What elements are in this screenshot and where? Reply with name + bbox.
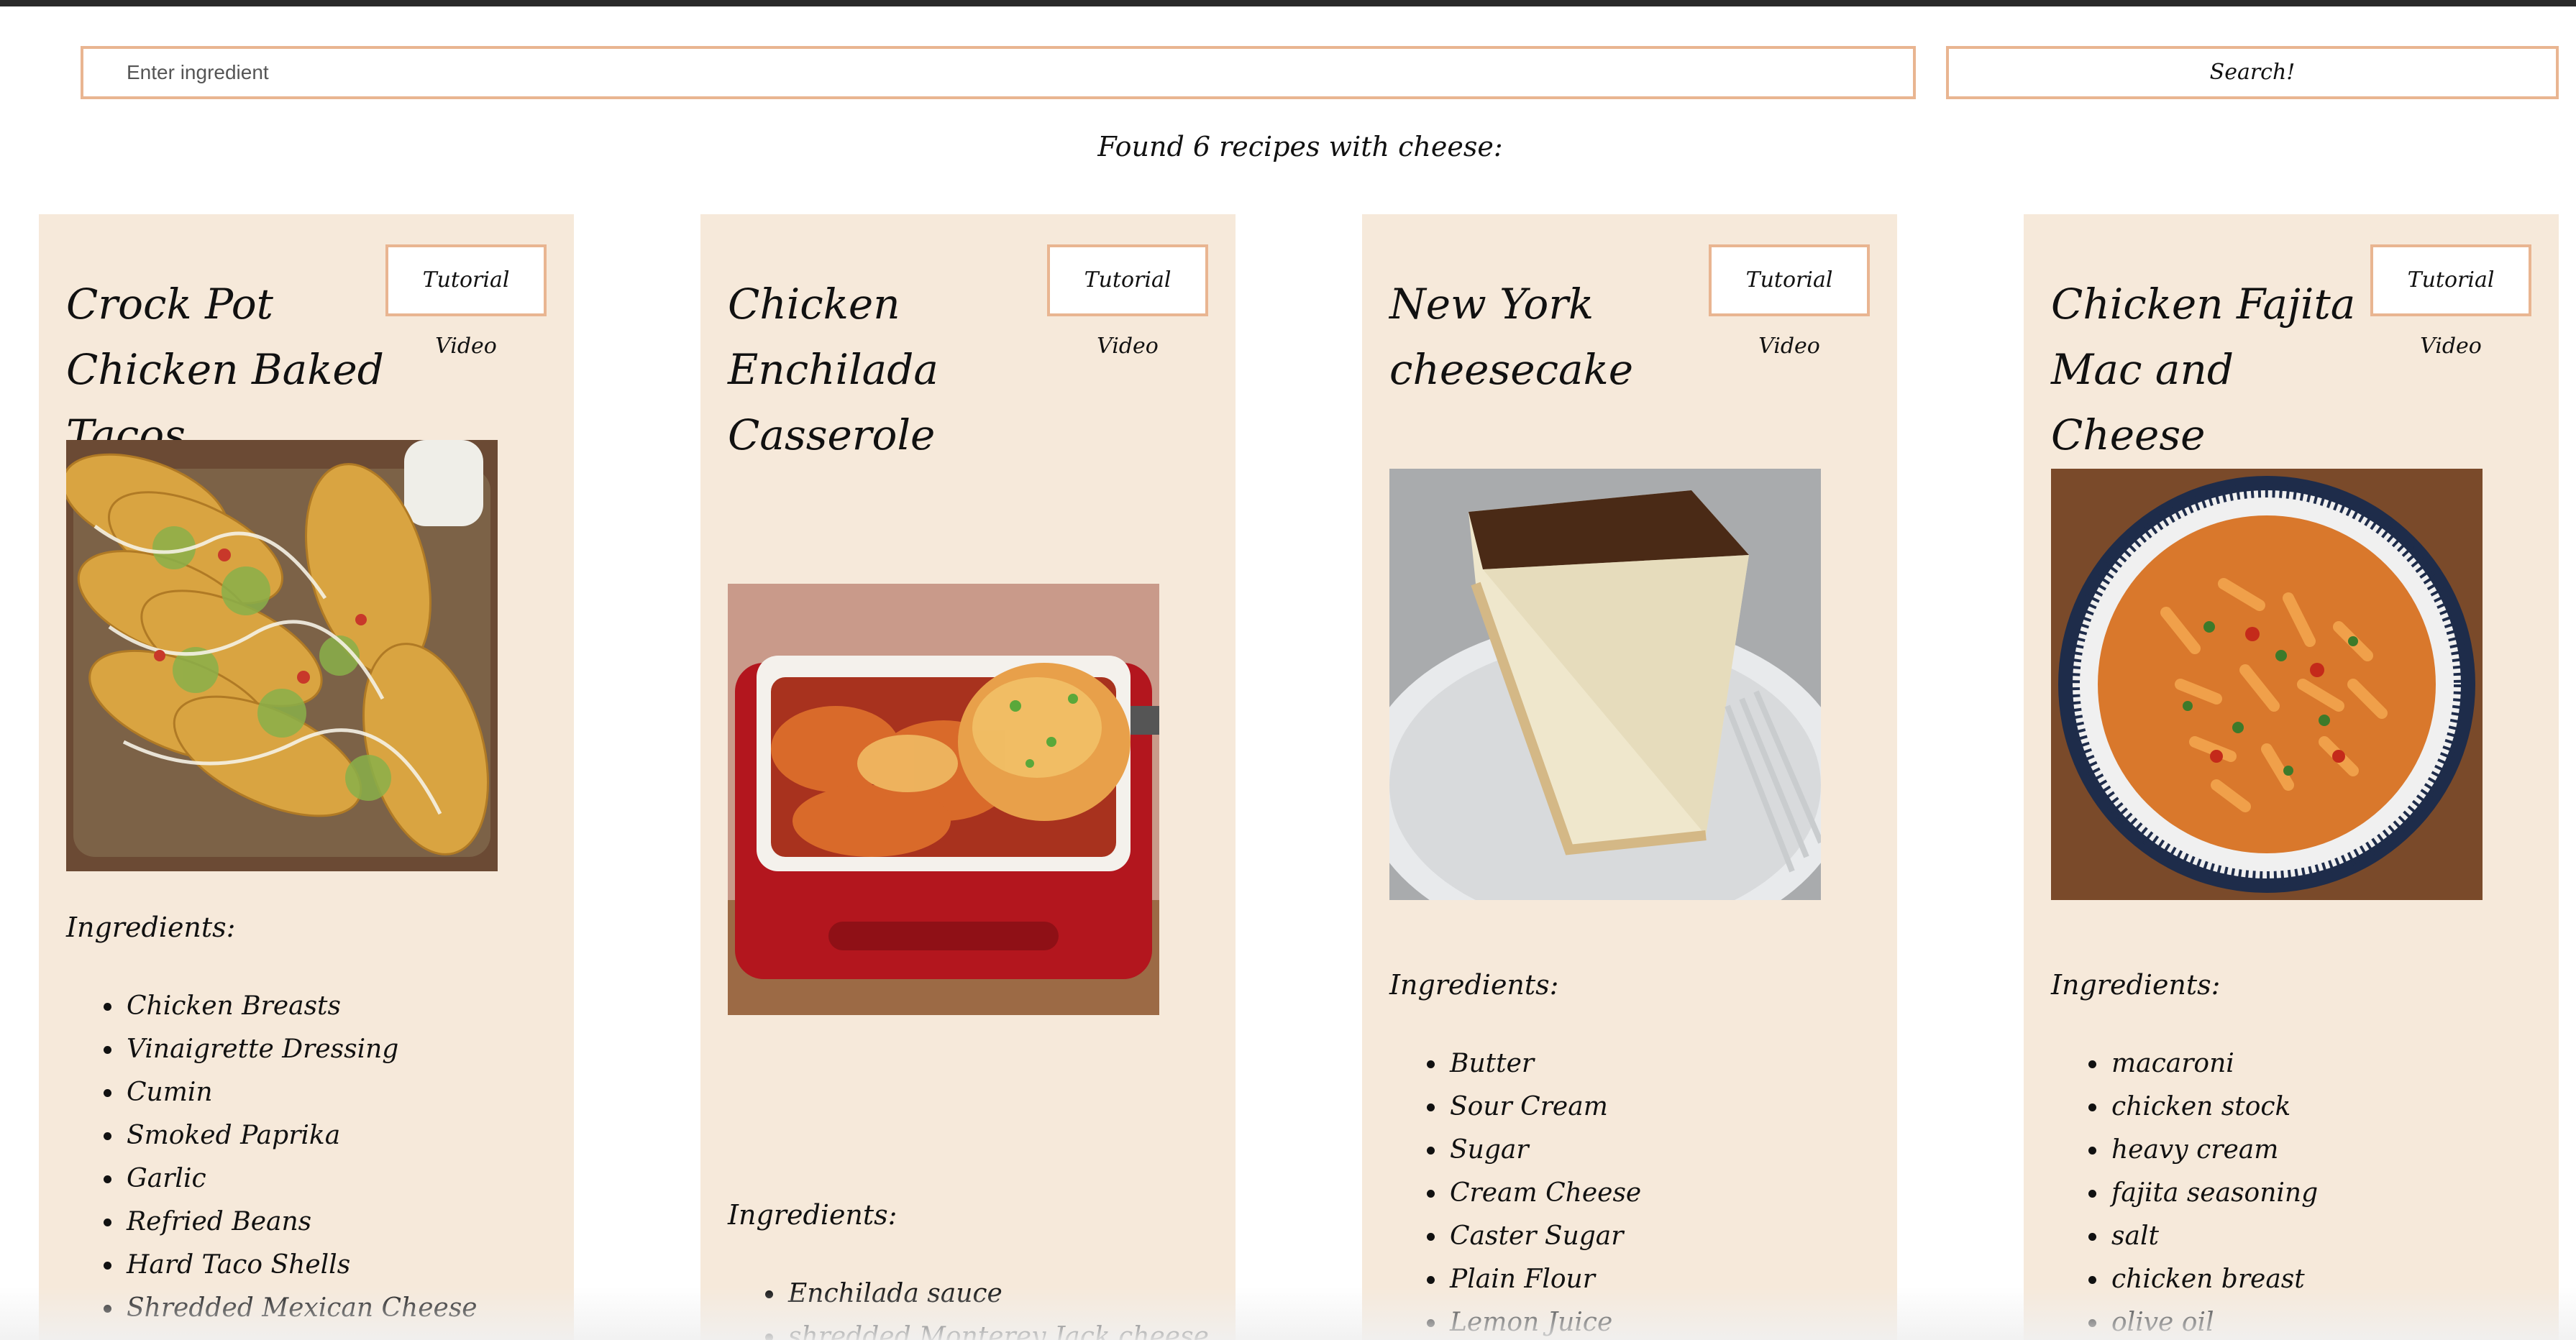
recipe-card: New York cheesecake Tutorial Video Ingre… bbox=[1362, 214, 1897, 1340]
ingredients-label: Ingredients: bbox=[1389, 969, 1559, 1001]
recipe-card: Crock Pot Chicken Baked Tacos Tutorial V… bbox=[39, 214, 574, 1340]
ingredient-item: Refried Beans bbox=[124, 1201, 478, 1244]
ingredient-list: Butter Sour Cream Sugar Cream Cheese Cas… bbox=[1389, 1042, 1641, 1340]
ingredient-item: shredded Monterey Jack cheese bbox=[785, 1316, 1209, 1340]
top-bar bbox=[0, 0, 2576, 6]
ingredient-item: Caster Sugar bbox=[1447, 1215, 1641, 1258]
tutorial-video-button[interactable]: Tutorial Video bbox=[1709, 244, 1870, 359]
ingredient-item: Plain Flour bbox=[1447, 1258, 1641, 1301]
ingredient-item: chicken stock bbox=[2109, 1086, 2318, 1129]
tutorial-video-button[interactable]: Tutorial Video bbox=[2370, 244, 2531, 359]
ingredient-item: Cream Cheese bbox=[1447, 1172, 1641, 1215]
recipe-image-tacos bbox=[66, 440, 498, 871]
recipe-image-enchilada bbox=[728, 584, 1159, 1015]
ingredient-item: salt bbox=[2109, 1215, 2318, 1258]
recipe-card: Chicken Fajita Mac and Cheese Tutorial V… bbox=[2024, 214, 2559, 1340]
ingredient-item: Chicken Breasts bbox=[124, 985, 478, 1028]
ingredient-item: macaroni bbox=[2109, 1042, 2318, 1086]
recipe-title: Chicken Fajita Mac and Cheese bbox=[2051, 280, 2356, 459]
tutorial-video-button[interactable]: Tutorial Video bbox=[385, 244, 547, 359]
recipe-card: Chicken Enchilada Casserole Tutorial Vid… bbox=[700, 214, 1236, 1340]
search-button[interactable]: Search! bbox=[1946, 46, 2559, 99]
recipe-title: Chicken Enchilada Casserole bbox=[728, 280, 938, 459]
ingredients-label: Ingredients: bbox=[2051, 969, 2221, 1001]
ingredient-list: Chicken Breasts Vinaigrette Dressing Cum… bbox=[66, 985, 478, 1330]
ingredient-item: Sour Cream bbox=[1447, 1086, 1641, 1129]
recipe-title: Crock Pot Chicken Baked Tacos bbox=[66, 280, 384, 459]
ingredient-item: Shredded Mexican Cheese bbox=[124, 1287, 478, 1330]
ingredient-item: Lemon Juice bbox=[1447, 1301, 1641, 1340]
ingredient-item: Vinaigrette Dressing bbox=[124, 1028, 478, 1071]
results-summary: Found 6 recipes with cheese: bbox=[1097, 131, 1503, 162]
ingredient-item: Sugar bbox=[1447, 1129, 1641, 1172]
ingredient-list: Enchilada sauce shredded Monterey Jack c… bbox=[728, 1272, 1209, 1340]
ingredient-item: Cumin bbox=[124, 1071, 478, 1114]
ingredient-item: olive oil bbox=[2109, 1301, 2318, 1340]
ingredient-item: fajita seasoning bbox=[2109, 1172, 2318, 1215]
ingredient-item: Butter bbox=[1447, 1042, 1641, 1086]
tutorial-video-button[interactable]: Tutorial Video bbox=[1047, 244, 1208, 359]
ingredients-label: Ingredients: bbox=[66, 912, 236, 943]
recipe-title: New York cheesecake bbox=[1389, 280, 1634, 394]
ingredient-list: macaroni chicken stock heavy cream fajit… bbox=[2051, 1042, 2318, 1340]
ingredient-item: Smoked Paprika bbox=[124, 1114, 478, 1157]
ingredient-item: Garlic bbox=[124, 1157, 478, 1201]
recipe-image-fajita-mac bbox=[2051, 469, 2483, 900]
ingredients-label: Ingredients: bbox=[728, 1199, 898, 1231]
ingredient-item: Enchilada sauce bbox=[785, 1272, 1209, 1316]
recipe-image-cheesecake bbox=[1389, 469, 1821, 900]
ingredient-item: chicken breast bbox=[2109, 1258, 2318, 1301]
ingredient-item: Hard Taco Shells bbox=[124, 1244, 478, 1287]
ingredient-item: heavy cream bbox=[2109, 1129, 2318, 1172]
ingredient-search-input[interactable] bbox=[81, 46, 1916, 99]
